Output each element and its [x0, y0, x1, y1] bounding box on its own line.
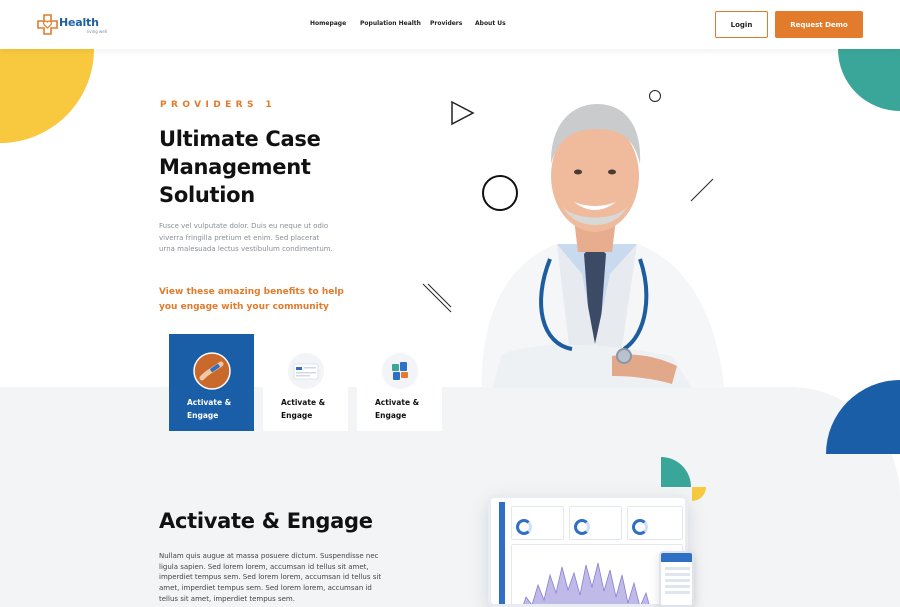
dashboard-frame — [488, 495, 688, 607]
card-label: Activate & Engage — [281, 398, 326, 420]
donut-chart-icon — [632, 519, 648, 535]
hero-title: Ultimate Case Management Solution — [159, 127, 321, 207]
card-label: Activate & Engage — [375, 398, 420, 420]
benefit-card-1[interactable]: Activate & Engage — [169, 334, 254, 431]
nav-item-homepage[interactable]: Homepage — [310, 20, 346, 27]
section-description: Nullam quis augue at massa posuere dictu… — [159, 552, 382, 603]
donut-chart-icon — [574, 519, 590, 535]
hero-description: Fusce vel vulputate dolor. Duis eu neque… — [159, 222, 333, 253]
dashboard-sidebar — [499, 502, 505, 604]
double-line-shape — [422, 283, 452, 313]
dashboard-stat-card — [569, 506, 622, 540]
benefit-tagline: View these amazing benefits to help you … — [159, 287, 344, 312]
nav-item-about-us[interactable]: About Us — [475, 20, 506, 27]
yellow-quarter-circle-shape — [0, 49, 94, 143]
mobile-row — [665, 585, 690, 588]
mobile-row — [665, 567, 690, 570]
lower-section-background — [0, 387, 900, 607]
nav-item-providers[interactable]: Providers — [430, 20, 462, 27]
benefit-card-2[interactable]: Activate & Engage — [263, 334, 348, 431]
section-title: Activate & Engage — [159, 509, 373, 533]
dashboard-content — [511, 506, 683, 604]
dashboard-icon — [288, 353, 324, 389]
mobile-row — [665, 579, 690, 582]
teal-quarter-shape — [661, 457, 691, 487]
dashboard-stat-card — [511, 506, 564, 540]
login-button[interactable]: Login — [715, 11, 768, 38]
dashboard-screenshot — [488, 495, 688, 607]
blue-half-circle-shape — [826, 380, 900, 454]
teal-quarter-circle-shape — [838, 49, 900, 111]
mobile-app-preview — [659, 551, 694, 607]
card-label: Activate & Engage — [187, 398, 232, 420]
mobile-row — [665, 573, 690, 576]
request-demo-button[interactable]: Request Demo — [775, 11, 863, 38]
yellow-small-quarter-shape — [692, 487, 706, 501]
section-eyebrow: PROVIDERS 1 — [160, 100, 277, 110]
puzzle-icon — [382, 353, 418, 389]
doctor-photo — [481, 104, 724, 388]
donut-chart-icon — [516, 519, 532, 535]
nav-item-population-health[interactable]: Population Health — [360, 20, 421, 27]
site-header: Health living well Homepage Population H… — [0, 0, 900, 49]
vaccine-icon — [193, 352, 231, 390]
dashboard-graph — [511, 544, 683, 604]
mobile-row — [665, 591, 690, 594]
dashboard-stat-card — [627, 506, 683, 540]
benefit-card-3[interactable]: Activate & Engage — [357, 334, 442, 431]
mobile-header-bar — [661, 553, 692, 562]
